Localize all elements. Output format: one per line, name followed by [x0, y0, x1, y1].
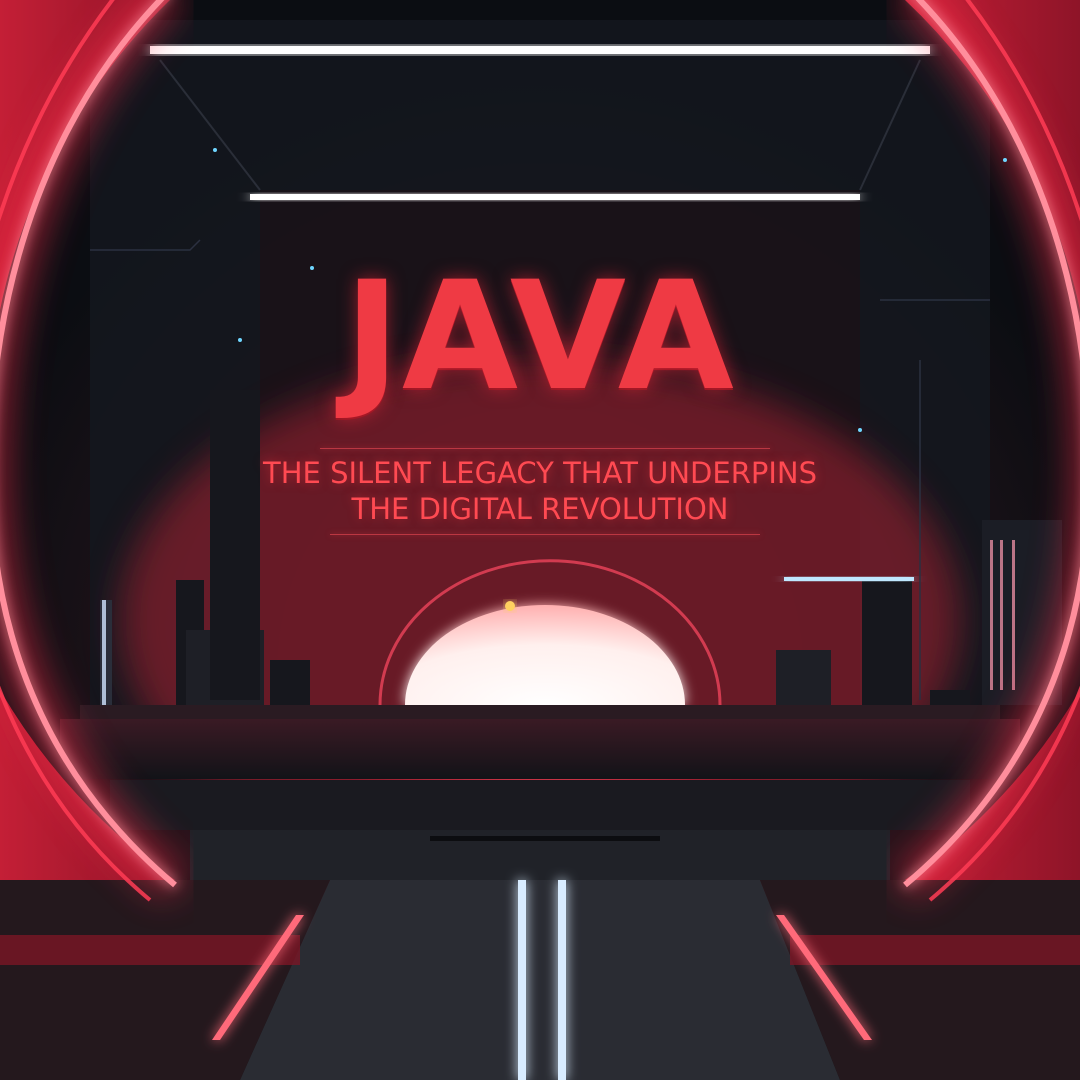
poster-scene: JAVA THE SILENT LEGACY THAT UNDERPINS TH… — [0, 0, 1080, 1080]
ceiling-light-strip — [250, 194, 860, 200]
ceiling-light-strip — [150, 46, 930, 54]
scene-artwork — [0, 0, 1080, 1080]
